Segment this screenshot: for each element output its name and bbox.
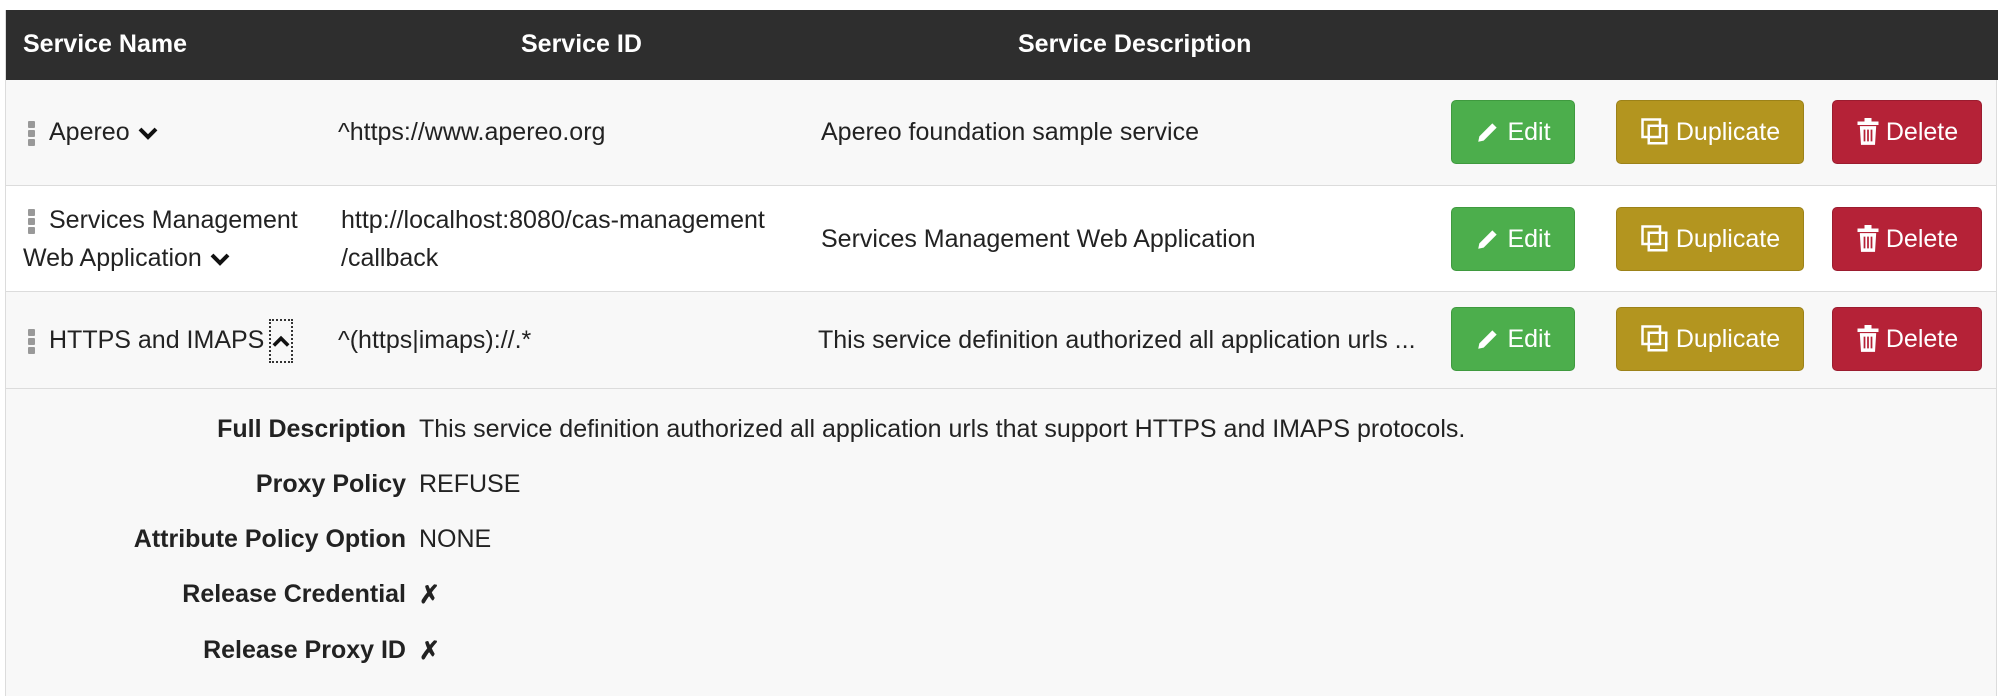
- service-name: HTTPS and IMAPS: [49, 326, 265, 354]
- delete-button[interactable]: Delete: [1832, 100, 1982, 164]
- service-id-line2: /callback: [341, 244, 439, 272]
- full-description-label: Full Description: [217, 415, 406, 443]
- drag-handle-icon[interactable]: [28, 207, 35, 236]
- duplicate-button[interactable]: Duplicate: [1616, 307, 1804, 371]
- delete-button[interactable]: Delete: [1832, 207, 1982, 271]
- pencil-icon: [1478, 123, 1498, 142]
- service-name-cell: Services Management Web Application: [23, 201, 298, 278]
- service-id-line1: http://localhost:8080/cas-management: [341, 206, 765, 234]
- proxy-policy-label: Proxy Policy: [255, 470, 406, 498]
- copy-icon: [1641, 118, 1668, 145]
- service-id-cell: http://localhost:8080/cas-management /ca…: [341, 201, 765, 277]
- services-table: Service Name Service ID Service Descript…: [5, 10, 1998, 696]
- delete-button[interactable]: Delete: [1832, 307, 1982, 371]
- service-details: Full Description This service definition…: [6, 389, 1996, 696]
- release-credential-label: Release Credential: [182, 580, 406, 608]
- service-id: ^(https|imaps)://.*: [338, 326, 532, 354]
- service-description: Services Management Web Application: [821, 225, 1256, 253]
- full-description-value: This service definition authorized all a…: [419, 415, 1466, 443]
- copy-icon: [1641, 225, 1668, 252]
- service-id: ^https://www.apereo.org: [338, 118, 606, 146]
- release-proxy-id-value: ✗: [419, 637, 440, 665]
- service-name-cell: Apereo: [28, 113, 158, 152]
- header-service-name[interactable]: Service Name: [23, 30, 187, 59]
- duplicate-button[interactable]: Duplicate: [1616, 207, 1804, 271]
- table-row[interactable]: HTTPS and IMAPS ^(https|imaps)://.* This…: [6, 292, 1996, 389]
- service-name-line1: Services Management: [49, 206, 298, 234]
- duplicate-button[interactable]: Duplicate: [1616, 100, 1804, 164]
- copy-icon: [1641, 325, 1668, 352]
- chevron-down-icon[interactable]: [210, 240, 230, 278]
- chevron-down-icon[interactable]: [138, 114, 158, 152]
- table-header: Service Name Service ID Service Descript…: [6, 10, 1998, 80]
- edit-button[interactable]: Edit: [1451, 207, 1575, 271]
- chevron-up-icon[interactable]: [269, 319, 294, 364]
- service-description: Apereo foundation sample service: [821, 118, 1200, 146]
- service-name: Apereo: [49, 118, 130, 146]
- service-name-cell: HTTPS and IMAPS: [28, 319, 294, 364]
- pencil-icon: [1478, 330, 1498, 349]
- drag-handle-icon[interactable]: [28, 327, 35, 356]
- attribute-policy-label: Attribute Policy Option: [133, 525, 406, 553]
- attribute-policy-value: NONE: [419, 525, 492, 553]
- table-row[interactable]: Apereo ^https://www.apereo.org Apereo fo…: [6, 80, 1996, 186]
- drag-handle-icon[interactable]: [28, 119, 35, 148]
- trash-icon: [1857, 225, 1879, 252]
- trash-icon: [1857, 325, 1879, 352]
- release-proxy-id-label: Release Proxy ID: [203, 636, 406, 664]
- release-credential-value: ✗: [419, 581, 440, 609]
- service-description: This service definition authorized all a…: [818, 326, 1416, 354]
- header-service-id[interactable]: Service ID: [521, 30, 642, 59]
- edit-button[interactable]: Edit: [1451, 307, 1575, 371]
- table-row[interactable]: Services Management Web Application http…: [6, 186, 1996, 292]
- pencil-icon: [1478, 230, 1498, 249]
- header-service-description[interactable]: Service Description: [1018, 30, 1251, 59]
- service-name-line2: Web Application: [23, 244, 202, 272]
- trash-icon: [1857, 118, 1879, 145]
- proxy-policy-value: REFUSE: [419, 470, 521, 498]
- edit-button[interactable]: Edit: [1451, 100, 1575, 164]
